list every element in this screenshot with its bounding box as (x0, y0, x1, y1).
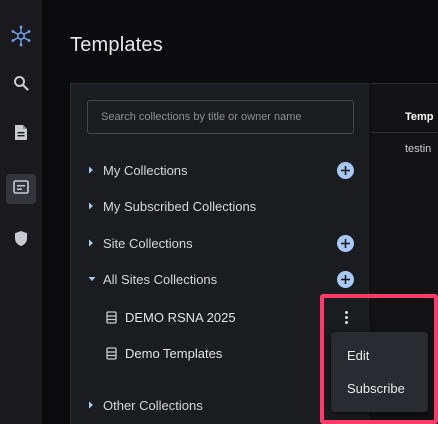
rail-item-security[interactable] (6, 226, 36, 256)
more-vertical-icon-dot (344, 320, 348, 324)
caret-down-icon (88, 276, 98, 282)
collection-item-label: Demo Templates (125, 345, 223, 361)
templates-icon (13, 179, 29, 199)
search-icon (13, 75, 29, 96)
divider (371, 132, 438, 133)
collection-item[interactable]: Demo Templates (106, 343, 222, 363)
add-site-collection-button[interactable] (337, 235, 354, 252)
more-vertical-icon (344, 310, 348, 314)
caret-right-icon (88, 239, 98, 247)
plus-icon (341, 162, 350, 180)
collection-group-label: Site Collections (103, 235, 193, 251)
collection-group-label: My Collections (103, 162, 188, 178)
collection-group-my[interactable]: My Collections (88, 160, 188, 180)
database-icon (106, 310, 117, 324)
rail-item-documents[interactable] (6, 120, 36, 150)
caret-right-icon (88, 401, 98, 409)
nav-rail (0, 0, 42, 424)
database-icon (106, 346, 117, 360)
add-collection-button[interactable] (337, 162, 354, 179)
caret-right-icon (88, 166, 98, 174)
collection-group-subscribed[interactable]: My Subscribed Collections (88, 196, 256, 216)
collection-item-label: DEMO RSNA 2025 (125, 309, 236, 325)
page-title: Templates (70, 34, 163, 56)
more-vertical-icon-dot (344, 315, 348, 319)
app-root: Templates Search collections by title or… (0, 0, 438, 424)
collection-group-all-sites[interactable]: All Sites Collections (88, 269, 217, 289)
context-menu: Edit Subscribe (331, 332, 428, 412)
menu-item-edit[interactable]: Edit (347, 348, 369, 363)
collection-group-site[interactable]: Site Collections (88, 233, 193, 253)
table-header: Temp (405, 111, 434, 123)
more-options-button[interactable] (338, 308, 354, 326)
logo-icon (10, 25, 32, 52)
collection-group-label: My Subscribed Collections (103, 198, 257, 214)
collection-group-other[interactable]: Other Collections (88, 395, 203, 415)
rail-item-logo[interactable] (6, 23, 36, 53)
plus-icon (341, 271, 350, 289)
plus-icon (341, 235, 350, 253)
rail-item-search[interactable] (6, 70, 36, 100)
search-input[interactable]: Search collections by title or owner nam… (87, 100, 354, 134)
table-cell[interactable]: testin (405, 143, 431, 155)
collection-group-label: Other Collections (103, 397, 203, 413)
collection-group-label: All Sites Collections (103, 271, 218, 287)
rail-item-templates[interactable] (6, 174, 36, 204)
add-all-sites-collection-button[interactable] (337, 271, 354, 288)
collection-item[interactable]: DEMO RSNA 2025 (106, 307, 236, 327)
caret-right-icon (88, 202, 98, 210)
menu-item-subscribe[interactable]: Subscribe (347, 381, 405, 396)
document-icon (14, 124, 28, 146)
shield-icon (14, 230, 28, 252)
